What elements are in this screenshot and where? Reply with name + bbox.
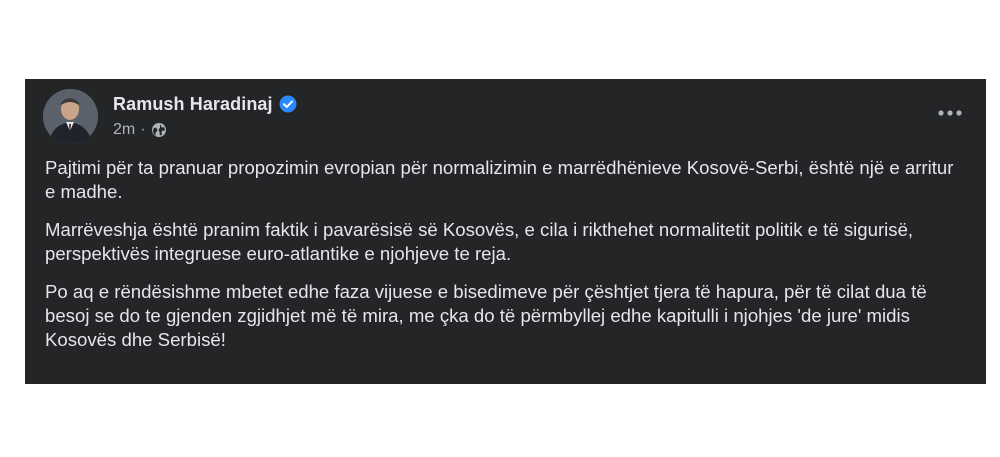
post-timestamp[interactable]: 2m bbox=[113, 121, 135, 139]
more-options-icon bbox=[938, 110, 962, 116]
more-options-button[interactable] bbox=[932, 101, 968, 125]
meta-separator: · bbox=[140, 121, 146, 138]
facebook-post-card: Ramush Haradinaj 2m · Pajtimi për ta pra… bbox=[25, 79, 986, 384]
post-paragraph: Marrëveshja është pranim faktik i pavarë… bbox=[45, 219, 914, 264]
post-header: Ramush Haradinaj 2m · bbox=[43, 89, 968, 145]
author-row: Ramush Haradinaj bbox=[113, 92, 297, 116]
post-body: Pajtimi për ta pranuar propozimin evropi… bbox=[45, 156, 964, 366]
post-paragraph: Pajtimi për ta pranuar propozimin evropi… bbox=[45, 157, 954, 202]
post-paragraph: Po aq e rëndësishme mbetet edhe faza vij… bbox=[45, 281, 927, 350]
author-name[interactable]: Ramush Haradinaj bbox=[113, 94, 273, 115]
post-meta: 2m · bbox=[113, 121, 297, 139]
author-avatar[interactable] bbox=[43, 89, 98, 144]
globe-icon[interactable] bbox=[151, 122, 167, 138]
author-info: Ramush Haradinaj 2m · bbox=[113, 92, 297, 139]
verified-badge-icon bbox=[279, 95, 297, 113]
avatar-photo-icon bbox=[43, 89, 98, 144]
